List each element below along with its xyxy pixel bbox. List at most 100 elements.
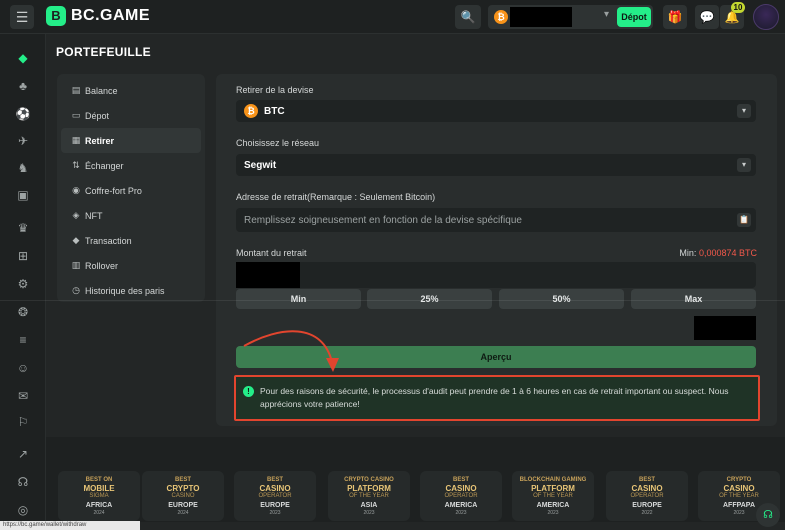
award-year: 2023 (363, 510, 375, 516)
top-header: ☰ B BC.GAME 🔍 ₿ ▾ Dépot 🎁 💬 🔔 10 (0, 0, 785, 34)
award-badge: BEST CASINO OPERATOR AMERICA 2023 (420, 471, 502, 521)
bingo-icon[interactable]: ♞ (13, 158, 33, 178)
award-location: ASIA (360, 502, 378, 509)
quick-max-button[interactable]: Max (631, 289, 756, 309)
nav-item-nft[interactable]: ◈ NFT (61, 203, 201, 228)
language-icon[interactable]: ⚐ (13, 412, 33, 432)
rollover-icon: ▥ (71, 260, 81, 270)
cards-icon[interactable]: ♣ (13, 76, 33, 96)
currency-value: BTC (264, 105, 285, 117)
award-badge: BEST CRYPTO CASINO EUROPE 2024 (142, 471, 224, 521)
nav-item-deposit[interactable]: ▭ Dépot (61, 103, 201, 128)
chat-icon[interactable]: ✉ (13, 386, 33, 406)
nav-item-label: Rollover (85, 260, 119, 271)
amount-redacted (236, 262, 300, 288)
award-year: 2024 (177, 510, 189, 516)
nav-item-label: Dépot (85, 110, 110, 121)
award-sub: OPERATOR (444, 493, 478, 499)
nav-item-label: Transaction (85, 235, 132, 246)
award-badge: BEST CASINO OPERATOR EUROPE 2023 (234, 471, 316, 521)
nav-item-balance[interactable]: ▤ Balance (61, 78, 201, 103)
wallet-selector[interactable]: ₿ ▾ Dépot (488, 5, 653, 29)
community-icon[interactable]: ☺ (13, 358, 33, 378)
award-year: 2024 (93, 510, 105, 516)
headset-icon[interactable]: ☊ (756, 503, 780, 527)
deposit-button[interactable]: Dépot (617, 7, 651, 27)
sponsor-icon[interactable]: ❂ (13, 302, 33, 322)
award-top: BEST (266, 477, 283, 483)
address-input[interactable]: Remplissez soigneusement en fonction de … (236, 208, 756, 232)
balance-redacted (510, 7, 572, 27)
withdraw-panel: Retirer de la devise ₿ BTC ▾ Choisissez … (216, 74, 777, 426)
sports-icon[interactable]: ⚽ (13, 104, 33, 124)
award-main: CASINO (259, 484, 291, 493)
deposit-icon: ▭ (71, 110, 81, 120)
nav-item-rollover[interactable]: ▥ Rollover (61, 253, 201, 278)
search-icon[interactable]: 🔍 (455, 5, 481, 29)
nav-item-swap[interactable]: ⇅ Échanger (61, 153, 201, 178)
info-icon: ! (243, 386, 254, 397)
logo-mark-icon: B (46, 6, 66, 26)
gift-icon[interactable]: ⊞ (13, 246, 33, 266)
notification-badge: 10 (731, 2, 745, 13)
nav-item-transaction[interactable]: ◆ Transaction (61, 228, 201, 253)
stats-icon[interactable]: ≡ (13, 330, 33, 350)
award-location: AMERICA (536, 502, 570, 509)
award-top: BEST (452, 477, 469, 483)
fee-redacted (694, 316, 756, 340)
network-select[interactable]: Segwit ▾ (236, 154, 756, 176)
casino-icon[interactable]: ◆ (13, 48, 33, 68)
award-year: 2022 (641, 510, 653, 516)
withdraw-icon: ▦ (71, 135, 81, 145)
swap-icon: ⇅ (72, 160, 80, 170)
award-top: CRYPTO (726, 477, 752, 483)
award-main: CASINO (445, 484, 477, 493)
awards-strip: BEST ON MOBILE SIGMA AFRICA 2024 BEST CR… (46, 437, 785, 522)
status-bar-url: https://bc.game/wallet/withdraw (0, 521, 140, 530)
nav-item-withdraw[interactable]: ▦ Retirer (61, 128, 201, 153)
vip-icon[interactable]: ♛ (13, 218, 33, 238)
award-main: CRYPTO (166, 484, 200, 493)
preview-button[interactable]: Aperçu (236, 346, 756, 368)
award-badge: CRYPTO CASINO PLATFORM OF THE YEAR ASIA … (328, 471, 410, 521)
award-badge: BEST CASINO OPERATOR EUROPE 2022 (606, 471, 688, 521)
quick-25-button[interactable]: 25% (367, 289, 492, 309)
chevron-down-icon[interactable]: ▾ (737, 104, 751, 118)
award-location: AMERICA (444, 502, 478, 509)
award-sub: OF THE YEAR (719, 493, 759, 499)
page-divider (0, 300, 785, 301)
award-sub: CASINO (171, 493, 195, 499)
support-icon[interactable]: ☊ (13, 472, 33, 492)
chevron-down-icon[interactable]: ▾ (604, 9, 609, 20)
gift-icon[interactable]: 🎁 (663, 5, 687, 29)
award-year: 2023 (455, 510, 467, 516)
amount-input[interactable] (300, 262, 756, 288)
racing-icon[interactable]: ✈ (13, 131, 33, 151)
min-label: Min: (679, 248, 697, 258)
menu-icon[interactable]: ☰ (10, 5, 34, 29)
award-top: CRYPTO CASINO (344, 477, 394, 483)
brand-logo[interactable]: B BC.GAME (46, 6, 150, 26)
share-icon[interactable]: ↗ (13, 444, 33, 464)
chevron-down-icon[interactable]: ▾ (737, 158, 751, 172)
promo-icon[interactable]: ▣ (13, 185, 33, 205)
nav-item-vault[interactable]: ◉ Coffre-fort Pro (61, 178, 201, 203)
quick-50-button[interactable]: 50% (499, 289, 624, 309)
wallet-nav: ▤ Balance ▭ Dépot ▦ Retirer ⇅ Échanger ◉ Coff… (57, 74, 205, 302)
bitcoin-icon: ₿ (244, 104, 258, 118)
award-badge: BEST ON MOBILE SIGMA AFRICA 2024 (58, 471, 140, 521)
award-location: AFRICA (85, 502, 113, 509)
award-sub: OPERATOR (630, 493, 664, 499)
min-value: 0,000874 BTC (698, 248, 757, 258)
page-title: PORTEFEUILLE (56, 45, 151, 59)
quick-min-button[interactable]: Min (236, 289, 361, 309)
globe-icon[interactable]: ◎ (13, 500, 33, 520)
currency-select[interactable]: ₿ BTC ▾ (236, 100, 756, 122)
award-sub: SIGMA (89, 493, 109, 499)
wheel-icon[interactable]: ⚙ (13, 274, 33, 294)
currency-label: Retirer de la devise (236, 85, 314, 95)
avatar[interactable] (753, 4, 779, 30)
chat-icon[interactable]: 💬 (695, 5, 719, 29)
award-main: PLATFORM (347, 484, 391, 493)
paste-icon[interactable]: 📋 (737, 213, 751, 227)
